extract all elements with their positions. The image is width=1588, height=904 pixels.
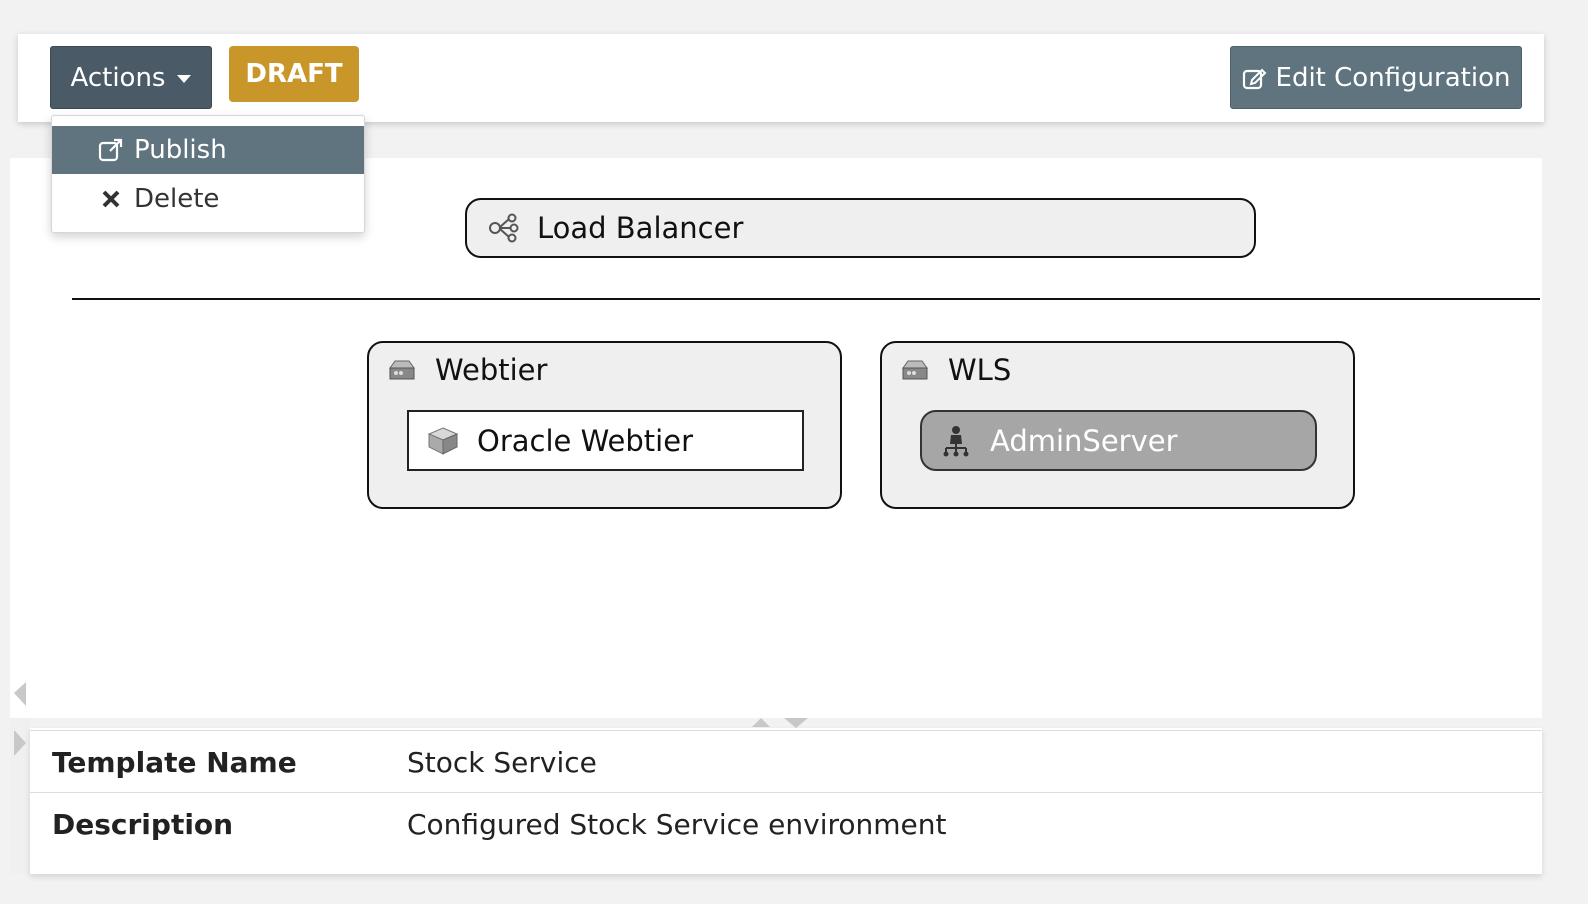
expand-down-icon — [784, 718, 808, 728]
actions-button[interactable]: Actions — [50, 46, 212, 109]
table-row: Template Name Stock Service — [30, 730, 1542, 793]
edit-configuration-button[interactable]: Edit Configuration — [1230, 46, 1522, 109]
component-oracle-webtier[interactable]: Oracle Webtier — [407, 410, 804, 471]
share-network-icon — [487, 212, 519, 244]
external-link-icon — [96, 137, 126, 163]
server-icon — [900, 358, 930, 382]
menu-item-label: Delete — [134, 184, 220, 214]
collapse-up-icon — [752, 718, 770, 727]
edit-label: Edit Configuration — [1275, 62, 1511, 93]
status-badge: DRAFT — [229, 46, 359, 102]
row-value: Stock Service — [407, 745, 597, 779]
panel-splitter[interactable] — [750, 714, 810, 728]
expand-right-icon — [14, 730, 26, 756]
edit-icon — [1242, 65, 1268, 91]
load-balancer-node[interactable]: Load Balancer — [465, 198, 1256, 258]
component-admin-server[interactable]: AdminServer — [920, 410, 1317, 471]
tier-title: Webtier — [387, 353, 547, 387]
admin-server-icon — [940, 424, 972, 458]
table-row: Description Configured Stock Service env… — [30, 792, 1542, 855]
toolbar: Actions DRAFT Edit Configuration — [18, 34, 1544, 122]
tier-title-label: WLS — [948, 353, 1012, 387]
row-key: Description — [52, 807, 234, 841]
side-panel-toggle[interactable] — [12, 680, 28, 768]
close-icon — [96, 189, 126, 209]
actions-dropdown-menu: Publish Delete — [51, 115, 365, 233]
collapse-left-icon — [14, 682, 26, 706]
actions-label: Actions — [70, 62, 166, 93]
menu-item-delete[interactable]: Delete — [52, 175, 364, 223]
row-key: Template Name — [52, 745, 297, 779]
tier-wls[interactable]: WLS AdminServer — [880, 341, 1355, 509]
tier-title-label: Webtier — [435, 353, 548, 387]
load-balancer-label: Load Balancer — [537, 211, 744, 245]
menu-item-publish[interactable]: Publish — [52, 126, 364, 174]
caret-down-icon — [177, 75, 192, 83]
tier-title: WLS — [900, 353, 1011, 387]
details-table: Template Name Stock Service Description … — [30, 728, 1542, 874]
menu-item-label: Publish — [134, 135, 227, 165]
cube-icon — [427, 426, 459, 456]
component-label: Oracle Webtier — [477, 423, 693, 458]
network-divider — [72, 298, 1540, 300]
tier-webtier[interactable]: Webtier Oracle Webtier — [367, 341, 842, 509]
row-value: Configured Stock Service environment — [407, 807, 947, 841]
server-icon — [387, 358, 417, 382]
component-label: AdminServer — [990, 423, 1178, 458]
